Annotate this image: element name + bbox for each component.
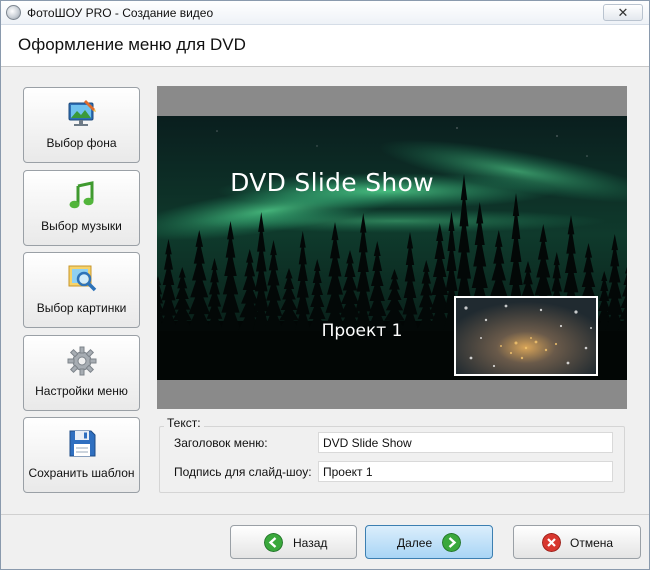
image-magnifier-icon (68, 265, 97, 292)
page-title: Оформление меню для DVD (18, 35, 246, 54)
app-logo-icon (6, 5, 21, 20)
close-window-button[interactable]: ✕ (603, 4, 643, 21)
menu-title-label: Заголовок меню: (174, 436, 268, 450)
cancel-button[interactable]: Отмена (513, 525, 641, 559)
app-window: ФотоШОУ PRO - Создание видео ✕ Оформлени… (0, 0, 650, 570)
choose-picture-label: Выбор картинки (36, 301, 127, 315)
cancel-button-label: Отмена (570, 536, 614, 550)
music-note-icon (69, 181, 94, 209)
arrow-right-icon (442, 533, 461, 552)
city-night-thumbnail-image (456, 298, 596, 374)
choose-background-button[interactable]: Выбор фона (23, 87, 140, 163)
save-template-button[interactable]: Сохранить шаблон (23, 417, 140, 493)
background-image: DVD Slide Show Проект 1 (157, 116, 627, 380)
menu-preview: DVD Slide Show Проект 1 (157, 86, 627, 409)
page-header: Оформление меню для DVD (1, 25, 649, 67)
floppy-disk-icon (69, 430, 96, 457)
text-group-legend: Текст: (164, 416, 204, 430)
slideshow-caption-label: Подпись для слайд-шоу: (174, 465, 312, 479)
choose-music-label: Выбор музыки (41, 219, 122, 233)
preview-menu-title: DVD Slide Show (230, 168, 434, 197)
back-button[interactable]: Назад (230, 525, 357, 559)
slideshow-caption-input[interactable]: Проект 1 (318, 461, 613, 482)
choose-picture-button[interactable]: Выбор картинки (23, 252, 140, 328)
preview-slideshow-caption[interactable]: Проект 1 (297, 321, 427, 341)
gear-icon (67, 346, 97, 376)
choose-music-button[interactable]: Выбор музыки (23, 170, 140, 246)
footer-divider (1, 514, 649, 515)
menu-settings-label: Настройки меню (35, 384, 128, 398)
menu-title-input[interactable]: DVD Slide Show (318, 432, 613, 453)
title-bar: ФотоШОУ PRO - Создание видео ✕ (1, 1, 649, 25)
monitor-paint-icon (68, 100, 96, 126)
choose-background-label: Выбор фона (46, 136, 117, 150)
window-title: ФотоШОУ PRO - Создание видео (27, 6, 214, 20)
next-button[interactable]: Далее (365, 525, 493, 559)
menu-settings-button[interactable]: Настройки меню (23, 335, 140, 411)
back-button-label: Назад (293, 536, 328, 550)
slideshow-thumbnail[interactable] (454, 296, 598, 376)
arrow-left-icon (264, 533, 283, 552)
save-template-label: Сохранить шаблон (28, 466, 135, 480)
cancel-x-icon (542, 533, 561, 552)
next-button-label: Далее (397, 536, 433, 550)
